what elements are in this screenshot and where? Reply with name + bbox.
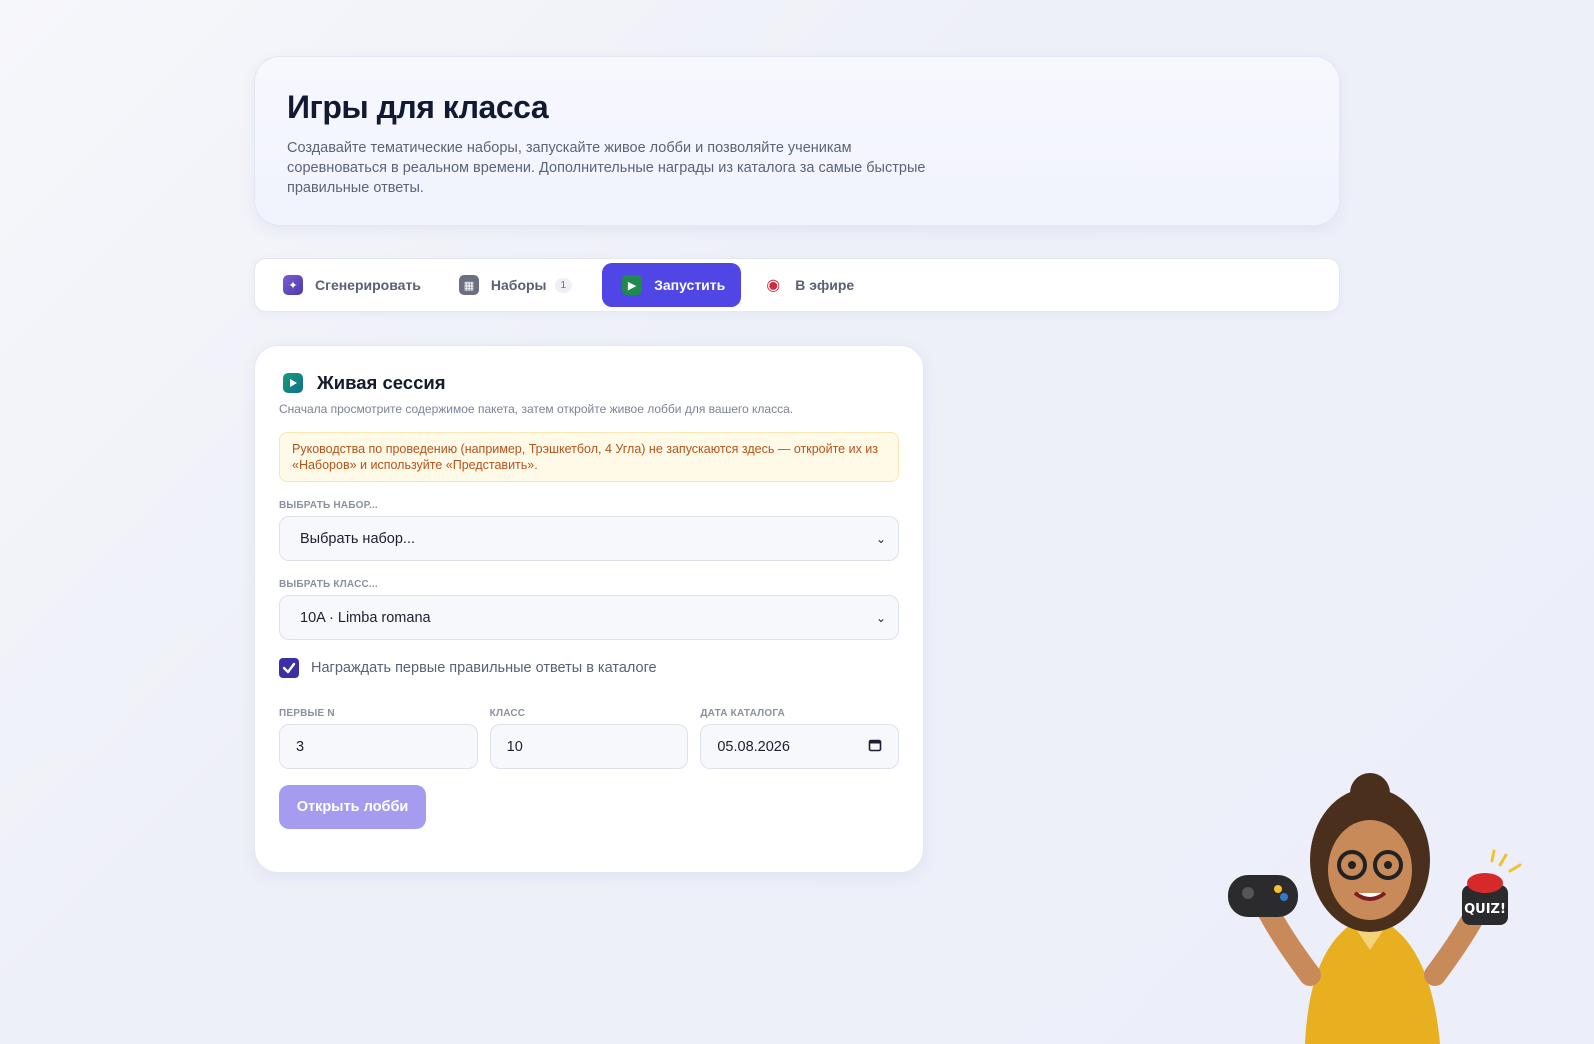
open-lobby-button[interactable]: Открыть лобби bbox=[279, 785, 426, 829]
catalog-date-label: Дата каталога bbox=[700, 708, 785, 719]
tab-launch[interactable]: ▶ Запустить bbox=[602, 263, 742, 307]
reward-checkbox-label: Награждать первые правильные ответы в ка… bbox=[311, 660, 657, 676]
grade-label: Класс bbox=[489, 708, 526, 719]
chevron-down-icon: ⌄ bbox=[875, 531, 886, 546]
tab-label: В эфире bbox=[795, 277, 855, 293]
class-select[interactable]: 10A · Limba romana ⌄ bbox=[279, 595, 899, 640]
chevron-down-icon: ⌄ bbox=[875, 610, 886, 625]
quiz-button-lettering: QUIZ! bbox=[1464, 902, 1506, 917]
reward-checkbox[interactable] bbox=[279, 658, 299, 678]
catalog-date-input[interactable]: 05.08.2026 bbox=[700, 724, 900, 769]
grid-icon: ▦ bbox=[458, 275, 479, 295]
tab-label: Запустить bbox=[654, 277, 726, 293]
calendar-icon[interactable] bbox=[868, 738, 882, 756]
broadcast-icon: ◉ bbox=[766, 277, 781, 294]
play-icon: ▶ bbox=[622, 275, 643, 295]
tab-label: Наборы bbox=[490, 277, 547, 293]
session-header: Живая сессия bbox=[279, 372, 899, 394]
class-select-label: Выбрать класс... bbox=[279, 579, 378, 590]
first-n-value: 3 bbox=[296, 738, 305, 755]
tab-sets[interactable]: ▦ Наборы 1 bbox=[451, 263, 588, 307]
teacher-mascot-illustration: QUIZ! bbox=[1228, 773, 1522, 1044]
first-n-input[interactable]: 3 bbox=[279, 724, 478, 769]
tab-live[interactable]: ◉ В эфире bbox=[755, 263, 870, 307]
set-select-label: Выбрать набор... bbox=[279, 500, 378, 511]
reward-settings: Первые N 3 Класс 10 Дата каталога 05.08.… bbox=[279, 708, 900, 769]
play-icon bbox=[283, 373, 303, 393]
session-description: Сначала просмотрите содержимое пакета, з… bbox=[279, 402, 794, 416]
tab-label: Сгенерировать bbox=[315, 277, 421, 293]
catalog-date-value: 05.08.2026 bbox=[717, 738, 790, 755]
first-n-label: Первые N bbox=[279, 708, 335, 719]
class-select-value: 10A · Limba romana bbox=[300, 609, 431, 626]
count-badge: 1 bbox=[554, 277, 573, 293]
tabs-bar: ✦ Сгенерировать ▦ Наборы 1 ▶ Запустить ◉… bbox=[254, 258, 1340, 312]
warning-notice: Руководства по проведению (например, Трэ… bbox=[279, 432, 899, 482]
set-select-value: Выбрать набор... bbox=[300, 530, 416, 547]
live-session-card: Живая сессия Сначала просмотрите содержи… bbox=[254, 345, 924, 873]
grade-value: 10 bbox=[506, 738, 523, 755]
reward-option: Награждать первые правильные ответы в ка… bbox=[279, 658, 899, 678]
page-title: Игры для класса bbox=[287, 89, 549, 125]
page-subtitle: Создавайте тематические наборы, запускай… bbox=[287, 140, 926, 196]
sparkle-icon: ✦ bbox=[283, 275, 303, 295]
set-select[interactable]: Выбрать набор... ⌄ bbox=[279, 516, 899, 561]
grade-input[interactable]: 10 bbox=[489, 724, 689, 769]
tab-generate[interactable]: ✦ Сгенерировать bbox=[275, 263, 437, 307]
session-title: Живая сессия bbox=[317, 372, 446, 393]
header-card: Игры для класса Создавайте тематические … bbox=[254, 56, 1340, 226]
